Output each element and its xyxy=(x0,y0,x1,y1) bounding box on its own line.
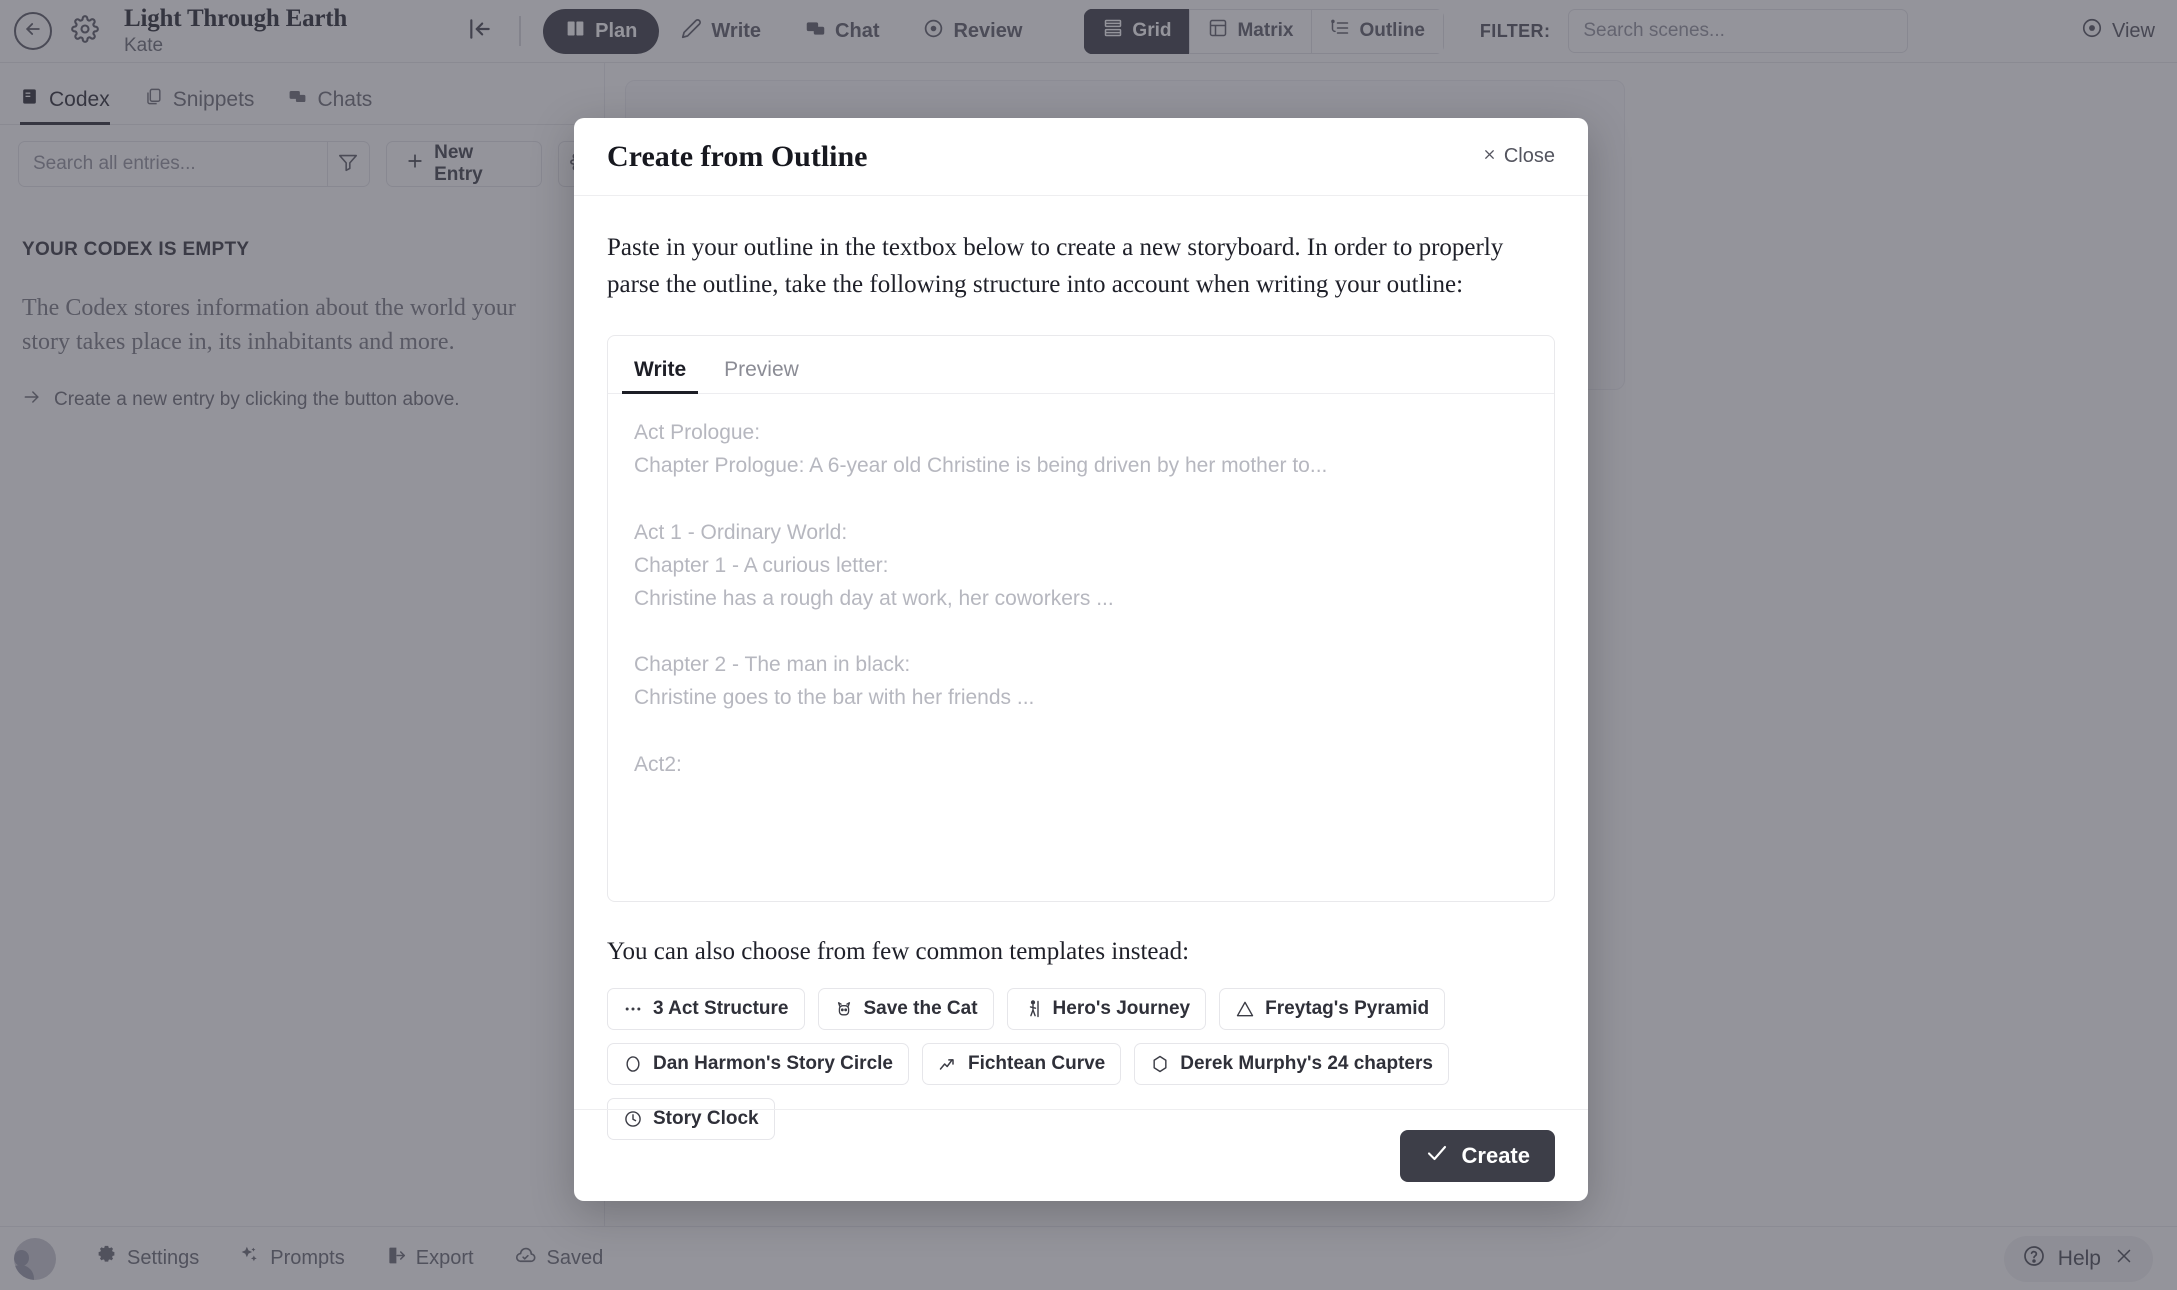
template-dan-harmons-story-circle[interactable]: Dan Harmon's Story Circle xyxy=(607,1043,909,1085)
template-label: Fichtean Curve xyxy=(967,1053,1106,1074)
modal-footer: Create xyxy=(574,1109,1588,1201)
outline-textarea[interactable]: Act Prologue: Chapter Prologue: A 6-year… xyxy=(608,394,1554,901)
cat-icon xyxy=(834,999,854,1019)
modal-intro-text: Paste in your outline in the textbox bel… xyxy=(607,234,1504,298)
template-fichtean-curve[interactable]: Fichtean Curve xyxy=(921,1043,1122,1085)
create-button[interactable]: Create xyxy=(1399,1129,1555,1182)
template-label: Derek Murphy's 24 chapters xyxy=(1180,1053,1433,1074)
trend-up-icon xyxy=(938,1054,958,1074)
template-label: Save the Cat xyxy=(863,998,978,1019)
editor-tabs: Write Preview xyxy=(608,336,1554,394)
three-dots-icon xyxy=(623,999,643,1019)
template-heros-journey[interactable]: Hero's Journey xyxy=(1006,988,1207,1030)
template-3-act-structure[interactable]: 3 Act Structure xyxy=(607,988,805,1030)
templates-label: You can also choose from few common temp… xyxy=(607,938,1190,965)
template-save-the-cat[interactable]: Save the Cat xyxy=(817,988,994,1030)
outline-editor: Write Preview Act Prologue: Chapter Prol… xyxy=(607,335,1555,902)
modal-header: Create from Outline Close xyxy=(574,118,1588,196)
create-from-outline-modal: Create from Outline Close Paste in your … xyxy=(574,118,1588,1201)
check-icon xyxy=(1425,1141,1449,1171)
circle-icon xyxy=(623,1054,643,1074)
hexagon-icon xyxy=(1150,1054,1170,1074)
template-freytags-pyramid[interactable]: Freytag's Pyramid xyxy=(1219,988,1446,1030)
tab-write-label: Write xyxy=(634,358,687,381)
create-button-label: Create xyxy=(1461,1142,1530,1168)
template-label: 3 Act Structure xyxy=(653,998,789,1019)
modal-close-label: Close xyxy=(1503,145,1555,167)
tab-preview[interactable]: Preview xyxy=(712,358,811,393)
modal-title: Create from Outline xyxy=(607,139,868,173)
close-x-icon xyxy=(1482,145,1497,168)
tab-write[interactable]: Write xyxy=(622,358,699,394)
modal-body: Paste in your outline in the textbox bel… xyxy=(574,196,1588,1140)
template-derek-murphys-24-chapters[interactable]: Derek Murphy's 24 chapters xyxy=(1134,1043,1449,1085)
template-label: Hero's Journey xyxy=(1052,998,1191,1019)
hiker-icon xyxy=(1023,999,1043,1019)
app-root: Light Through Earth Kate Plan xyxy=(0,0,2177,1290)
modal-close-button[interactable]: Close xyxy=(1482,145,1555,168)
tab-preview-label: Preview xyxy=(724,358,799,381)
template-label: Dan Harmon's Story Circle xyxy=(653,1053,893,1074)
template-label: Freytag's Pyramid xyxy=(1265,998,1430,1019)
triangle-icon xyxy=(1235,999,1255,1019)
